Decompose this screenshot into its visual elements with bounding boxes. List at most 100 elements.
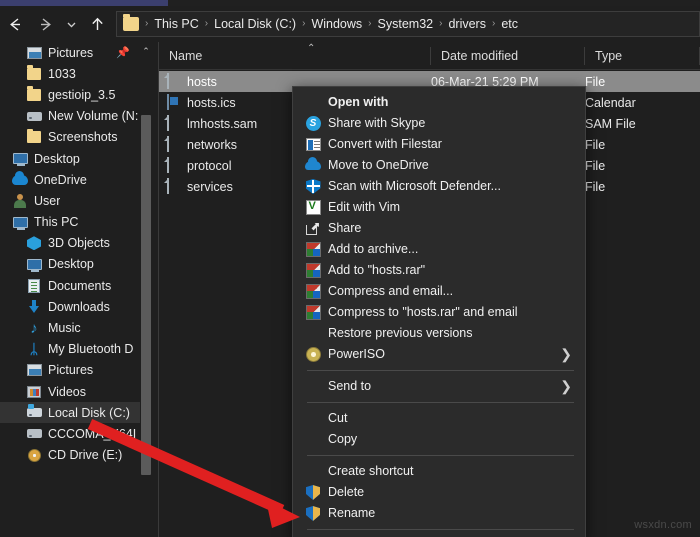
file-type: File <box>585 179 606 194</box>
document-icon <box>26 278 42 294</box>
download-icon <box>26 299 42 315</box>
menu-item-add-to-archive[interactable]: Add to archive... <box>293 239 585 260</box>
sidebar-item-desktop[interactable]: Desktop <box>0 254 152 275</box>
address-bar[interactable]: › This PC › Local Disk (C:) › Windows › … <box>116 11 700 37</box>
sidebar-item-label: CCCOMA_X64I <box>48 426 137 441</box>
sidebar-item-documents[interactable]: Documents <box>0 275 152 296</box>
sidebar-item-cccoma-x64i[interactable]: CCCOMA_X64I <box>0 423 152 444</box>
sidebar-item-new-volume-n[interactable]: New Volume (N: <box>0 106 152 127</box>
sidebar-item-videos[interactable]: Videos <box>0 381 152 402</box>
forward-icon[interactable] <box>30 9 60 39</box>
file-name: lmhosts.sam <box>187 116 258 131</box>
menu-item-add-to-hosts-rar[interactable]: Add to "hosts.rar" <box>293 260 585 281</box>
menu-item-label: Compress to "hosts.rar" and email <box>328 305 518 320</box>
menu-item-edit-with-vim[interactable]: Edit with Vim <box>293 197 585 218</box>
cube-icon <box>26 235 42 251</box>
picture-icon <box>26 362 42 378</box>
breadcrumb-separator: › <box>204 18 209 29</box>
sidebar-item-desktop[interactable]: Desktop <box>0 148 152 169</box>
sidebar-item-label: This PC <box>34 215 79 230</box>
sidebar-scrollbar-thumb[interactable] <box>141 115 151 475</box>
file-icon <box>167 115 180 131</box>
file-name: networks <box>187 137 238 152</box>
column-header-name[interactable]: Name <box>159 42 431 70</box>
sidebar-item-label: User <box>34 193 61 208</box>
menu-item-label: Rename <box>328 506 376 521</box>
blank-icon <box>304 378 322 395</box>
file-type: File <box>585 137 606 152</box>
sidebar-item-this-pc[interactable]: This PC <box>0 212 152 233</box>
explorer-window: › This PC › Local Disk (C:) › Windows › … <box>0 0 700 537</box>
menu-item-label: Share with Skype <box>328 116 426 131</box>
breadcrumb-windows[interactable]: Windows <box>308 15 365 33</box>
menu-item-share-with-skype[interactable]: S Share with Skype <box>293 113 585 134</box>
sidebar-item-label: Documents <box>48 278 112 293</box>
menu-item-scan-with-microsoft-defender[interactable]: Scan with Microsoft Defender... <box>293 176 585 197</box>
breadcrumb-this-pc[interactable]: This PC <box>151 15 201 33</box>
winrar-icon <box>304 241 322 258</box>
menu-item-move-to-onedrive[interactable]: Move to OneDrive <box>293 155 585 176</box>
navigation-pane[interactable]: Pictures 📌 ⌃ 1033 gestioip_3.5 New Volume (N:… <box>0 42 152 537</box>
breadcrumb-local-disk-c[interactable]: Local Disk (C:) <box>211 15 299 33</box>
menu-item-share[interactable]: Share <box>293 218 585 239</box>
sidebar-item-3d-objects[interactable]: 3D Objects <box>0 233 152 254</box>
sidebar-item-pictures[interactable]: Pictures <box>0 360 152 381</box>
navigation-bar: › This PC › Local Disk (C:) › Windows › … <box>0 6 700 42</box>
file-icon <box>167 73 180 89</box>
menu-item-create-shortcut[interactable]: Create shortcut <box>293 461 585 482</box>
menu-item-delete[interactable]: Delete <box>293 482 585 503</box>
menu-item-convert-with-filestar[interactable]: Convert with Filestar <box>293 134 585 155</box>
vim-icon <box>304 199 322 216</box>
file-type: File <box>585 74 606 89</box>
breadcrumb-separator: › <box>368 18 372 29</box>
sidebar-item-screenshots[interactable]: Screenshots <box>0 127 152 148</box>
sidebar-item-label: 3D Objects <box>48 236 110 251</box>
folder-icon <box>26 65 42 82</box>
sidebar-item-label: My Bluetooth D <box>48 342 134 357</box>
menu-item-compress-and-email[interactable]: Compress and email... <box>293 281 585 302</box>
file-context-menu[interactable]: Open with S Share with Skype Convert with F… <box>292 86 586 537</box>
breadcrumb-separator: › <box>302 18 306 29</box>
menu-item-rename[interactable]: Rename <box>293 503 585 524</box>
back-icon[interactable] <box>0 9 30 39</box>
menu-item-label: Add to archive... <box>328 242 419 257</box>
menu-item-poweriso[interactable]: PowerISO ❯ <box>293 344 585 365</box>
menu-item-label: Restore previous versions <box>328 326 473 341</box>
sidebar-item-onedrive[interactable]: OneDrive <box>0 169 152 190</box>
file-icon <box>167 157 180 173</box>
menu-item-label: Add to "hosts.rar" <box>328 263 426 278</box>
monitor-icon <box>12 151 28 167</box>
breadcrumb-drivers[interactable]: drivers <box>445 15 489 33</box>
file-icon <box>167 136 180 152</box>
file-name: protocol <box>187 158 232 173</box>
menu-item-cut[interactable]: Cut <box>293 408 585 429</box>
drive-icon <box>26 426 42 442</box>
this-pc-icon <box>12 214 28 230</box>
column-header-type[interactable]: Type <box>585 42 700 70</box>
file-type: Calendar <box>585 95 636 110</box>
sidebar-item-pictures[interactable]: Pictures 📌 ⌃ <box>0 42 152 63</box>
menu-item-open-with[interactable]: Open with <box>293 92 585 113</box>
sidebar-item-cd-drive-e[interactable]: CD Drive (E:) <box>0 445 152 466</box>
menu-item-send-to[interactable]: Send to ❯ <box>293 376 585 397</box>
sidebar-item-user[interactable]: User <box>0 190 152 211</box>
sidebar-item-local-disk-c[interactable]: Local Disk (C:) <box>0 402 152 424</box>
recent-locations-chevron-down-icon[interactable] <box>60 9 82 39</box>
up-icon[interactable] <box>82 9 112 39</box>
sidebar-item-my-bluetooth-d[interactable]: ᛦ My Bluetooth D <box>0 339 152 360</box>
sidebar-item-downloads[interactable]: Downloads <box>0 296 152 317</box>
menu-item-copy[interactable]: Copy <box>293 429 585 450</box>
file-icon <box>167 178 180 194</box>
cloud-icon <box>12 170 28 188</box>
menu-item-restore-previous-versions[interactable]: Restore previous versions <box>293 323 585 344</box>
breadcrumb-etc[interactable]: etc <box>498 15 521 33</box>
sidebar-item-gestioip-3-5[interactable]: gestioip_3.5 <box>0 84 152 105</box>
column-header-date-modified[interactable]: Date modified <box>431 42 585 70</box>
poweriso-icon <box>304 346 322 363</box>
sidebar-item-1033[interactable]: 1033 <box>0 63 152 84</box>
menu-item-compress-to-hosts-rar-and-email[interactable]: Compress to "hosts.rar" and email <box>293 302 585 323</box>
pin-icon[interactable]: 📌 <box>116 46 130 59</box>
breadcrumb-system32[interactable]: System32 <box>375 15 437 33</box>
sidebar-item-music[interactable]: ♪ Music <box>0 317 152 338</box>
sidebar-scroll-up-icon[interactable]: ⌃ <box>141 44 151 58</box>
